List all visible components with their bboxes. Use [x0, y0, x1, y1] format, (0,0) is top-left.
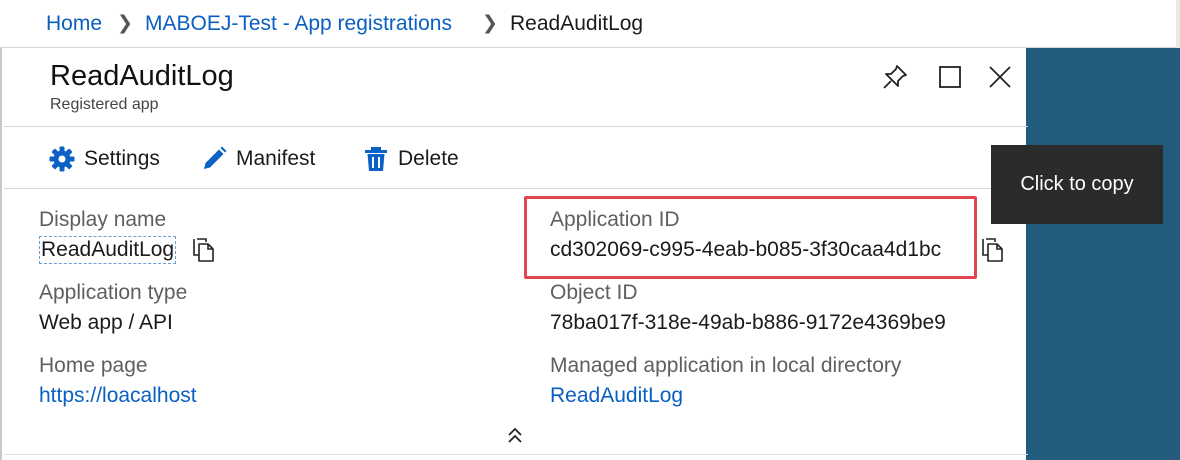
copy-display-name-button[interactable] [192, 237, 216, 263]
double-chevron-up-icon [508, 427, 522, 443]
trash-icon [365, 147, 387, 171]
copy-tooltip: Click to copy [991, 145, 1163, 224]
pin-icon [883, 65, 907, 89]
manifest-label: Manifest [236, 147, 316, 170]
blade-bottom-divider [4, 454, 1028, 455]
close-button[interactable] [985, 62, 1015, 92]
breadcrumb-home-link[interactable]: Home [46, 12, 102, 36]
display-name-value[interactable]: ReadAuditLog [38, 236, 177, 264]
home-page-link[interactable]: https://loacalhost [39, 384, 197, 408]
settings-label: Settings [84, 147, 160, 170]
copy-icon [193, 238, 214, 262]
pin-button[interactable] [880, 62, 910, 92]
copy-icon [982, 238, 1003, 262]
copy-application-id-button[interactable] [981, 237, 1005, 263]
managed-app-label: Managed application in local directory [550, 354, 902, 377]
manifest-button[interactable]: Manifest [200, 142, 315, 176]
breadcrumb-current: ReadAuditLog [510, 12, 644, 35]
delete-button[interactable]: Delete [362, 142, 459, 176]
page-subtitle: Registered app [50, 96, 159, 113]
maximize-icon [939, 66, 961, 88]
maximize-button[interactable] [935, 62, 965, 92]
toolbar-divider [4, 188, 1028, 189]
collapse-essentials-button[interactable] [502, 424, 528, 448]
breadcrumb: Home ❯ MABOEJ-Test - App registrations ❯… [0, 0, 1180, 48]
object-id-label: Object ID [550, 281, 638, 304]
breadcrumb-app-registrations-link[interactable]: MABOEJ-Test - App registrations [145, 12, 452, 36]
toolbar-divider [4, 126, 1028, 127]
settings-button[interactable]: Settings [48, 142, 160, 176]
chevron-right-icon: ❯ [482, 13, 498, 34]
pencil-icon [204, 146, 227, 169]
window-edge [1176, 0, 1180, 48]
gear-icon [49, 146, 75, 172]
display-name-label: Display name [39, 208, 167, 231]
close-icon [989, 66, 1011, 88]
highlight-box [524, 196, 977, 279]
background-panel [1026, 48, 1180, 460]
application-type-value: Web app / API [39, 311, 173, 334]
application-type-label: Application type [39, 281, 188, 304]
managed-app-link[interactable]: ReadAuditLog [550, 384, 683, 408]
delete-label: Delete [398, 147, 459, 170]
home-page-label: Home page [39, 354, 148, 377]
chevron-right-icon: ❯ [117, 13, 133, 34]
object-id-value[interactable]: 78ba017f-318e-49ab-b886-9172e4369be9 [550, 311, 946, 335]
page-title: ReadAuditLog [50, 60, 234, 92]
